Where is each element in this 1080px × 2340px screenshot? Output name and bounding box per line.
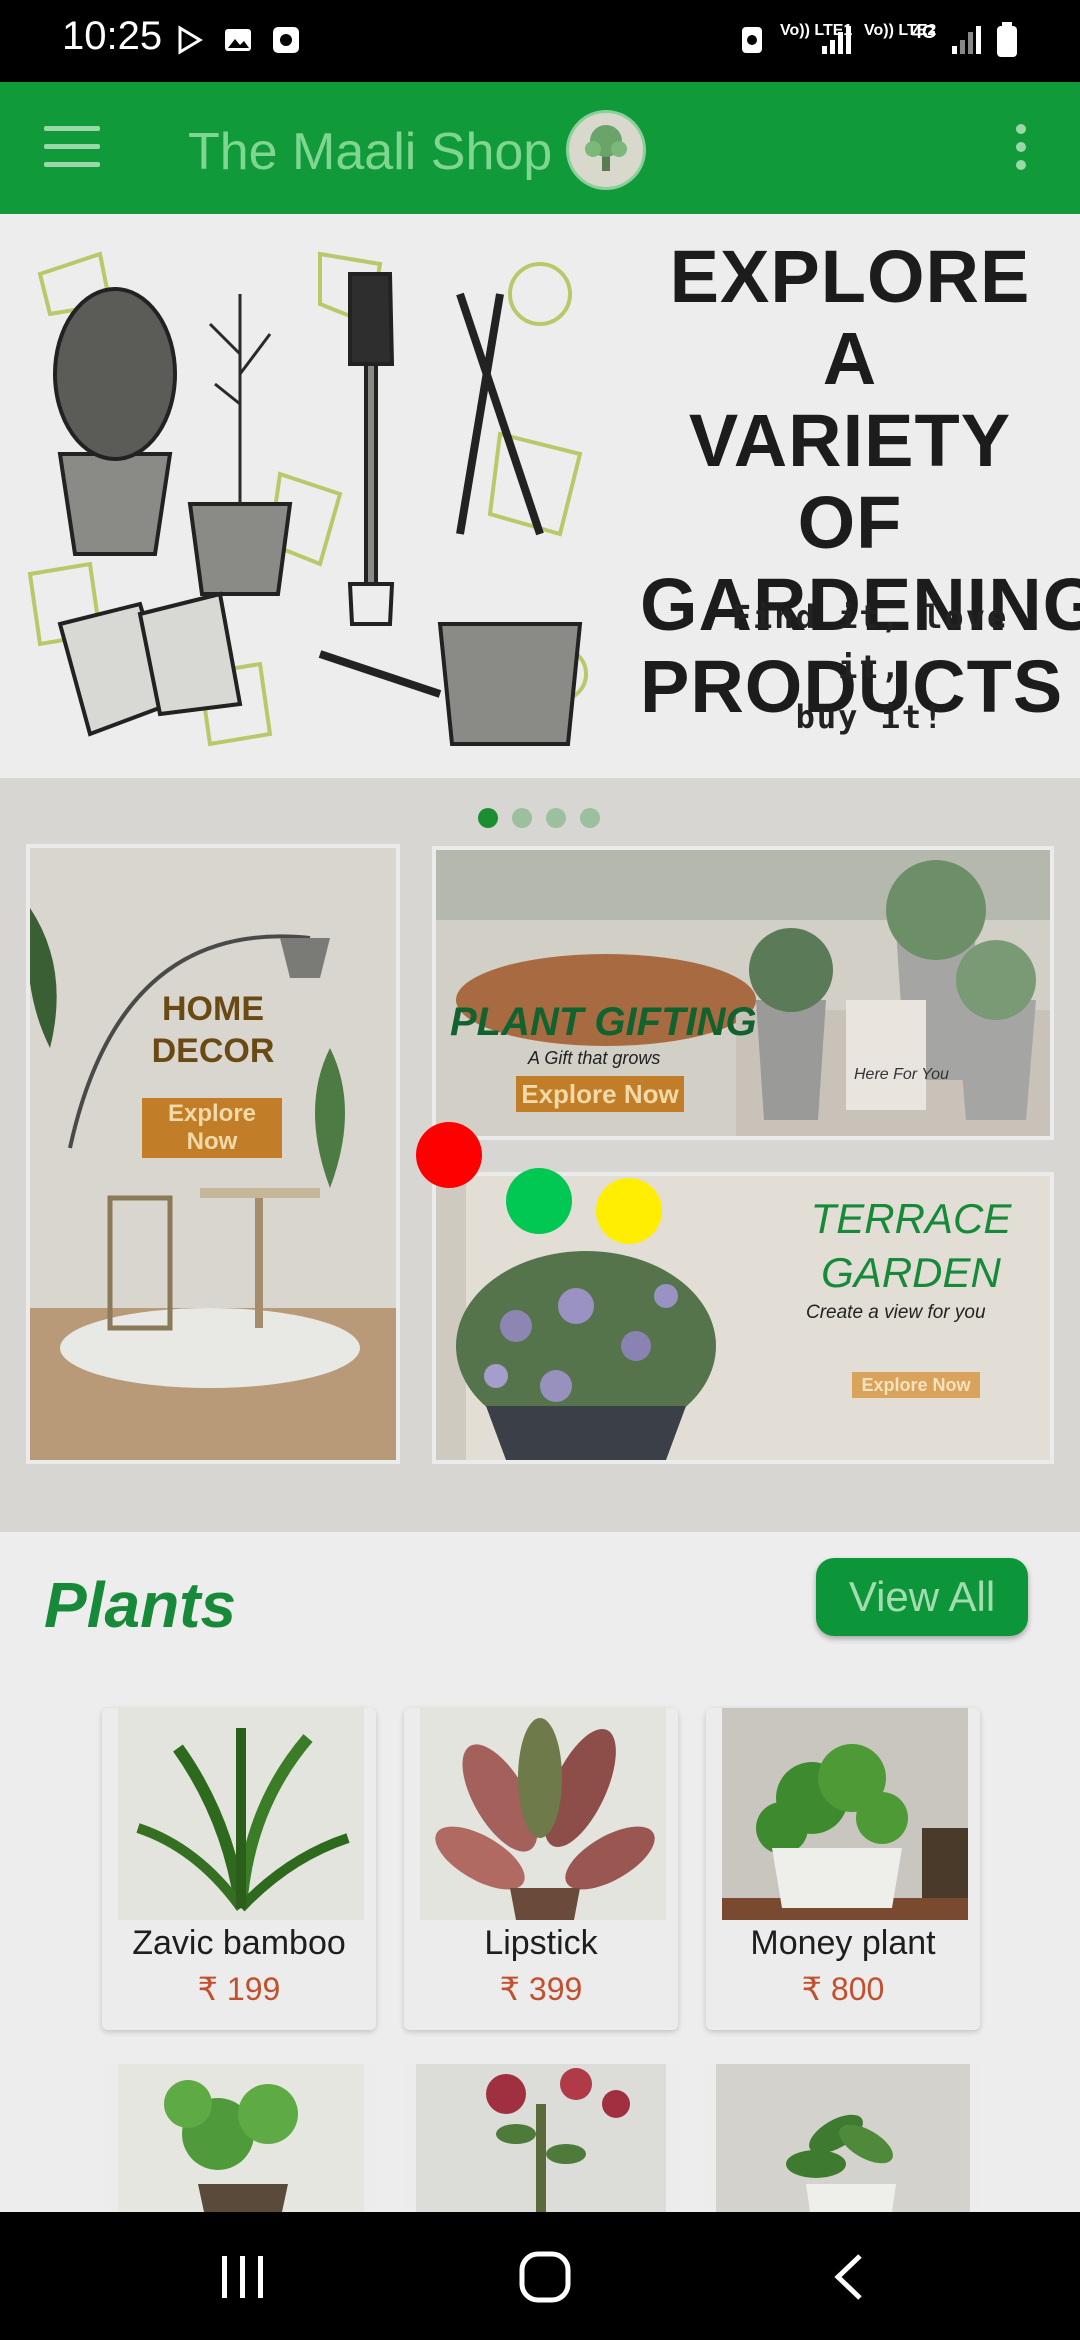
terrace-title-line-1: TERRACE: [810, 1195, 1012, 1242]
terrace-garden-title: TERRACE GARDEN: [766, 1192, 1050, 1300]
home-icon[interactable]: [518, 2250, 572, 2304]
back-icon[interactable]: [830, 2252, 866, 2302]
plant-gifting-title: PLANT GIFTING: [450, 1000, 757, 1044]
app-title: The Maali Shop: [188, 123, 553, 181]
carousel-dot-1[interactable]: [478, 808, 498, 828]
plants-section-title: Plants: [44, 1569, 237, 1641]
product-card[interactable]: [102, 2062, 376, 2212]
yellow-marker: [596, 1178, 662, 1244]
home-decor-button-line-2: Now: [186, 1128, 238, 1155]
hamburger-menu-icon[interactable]: [44, 126, 100, 170]
app-bar: The Maali Shop: [0, 82, 1080, 214]
terrace-garden-tagline: Create a view for you: [806, 1302, 986, 1323]
signal-icon: [822, 26, 851, 54]
subtitle-line-2: buy it!: [795, 698, 945, 736]
product-image: [416, 2064, 666, 2212]
product-image: [118, 2064, 364, 2212]
product-card[interactable]: Money plant ₹ 800: [706, 1708, 980, 2030]
product-name: Zavic bamboo: [132, 1924, 346, 1962]
carousel-dot-4[interactable]: [580, 808, 600, 828]
home-decor-card[interactable]: HOME DECOR Explore Now: [26, 844, 400, 1464]
play-store-icon: [178, 25, 203, 55]
recent-apps-icon[interactable]: [218, 2254, 268, 2300]
status-bar: 10:25 Vo)) LTE1 Vo)) LTE2 4G: [0, 0, 1080, 82]
home-decor-title-line-1: HOME: [162, 990, 264, 1028]
terrace-title-line-2: GARDEN: [821, 1249, 1001, 1296]
headline-line-2: VARIETY OF: [688, 399, 1012, 564]
home-decor-button-line-1: Explore: [167, 1100, 257, 1127]
product-image: [118, 1708, 364, 1920]
terrace-garden-explore-button[interactable]: Explore Now: [852, 1372, 980, 1398]
system-navigation-bar: [0, 2212, 1080, 2340]
subtitle-line-1: Find it, love it,: [731, 598, 1009, 686]
hero-banner[interactable]: EXPLORE A VARIETY OF GARDENING PRODUCTS …: [0, 214, 1080, 778]
product-name: Lipstick: [484, 1924, 598, 1962]
product-image: [420, 1708, 666, 1920]
headline-line-1: EXPLORE A: [669, 235, 1031, 400]
clock: 10:25: [62, 14, 163, 58]
plant-gifting-tagline: A Gift that grows: [528, 1048, 661, 1068]
shop-logo: [566, 110, 646, 190]
banner-subtitle: Find it, love it, buy it!: [700, 592, 1040, 742]
plant-gifting-card[interactable]: PLANT GIFTING A Gift that grows Explore …: [432, 846, 1054, 1140]
product-price: ₹ 399: [499, 1971, 583, 2007]
gardening-tools-illustration: [27, 251, 588, 747]
product-card[interactable]: Lipstick ₹ 399: [404, 1708, 678, 2030]
view-all-button[interactable]: View All: [816, 1558, 1028, 1636]
network-type: 4G: [912, 22, 937, 42]
signal-icon-2: [952, 26, 981, 54]
green-marker: [506, 1168, 572, 1234]
carousel-dot-3[interactable]: [546, 808, 566, 828]
data-saver-icon: [742, 27, 762, 53]
product-name: Money plant: [750, 1924, 936, 1962]
product-image: [722, 1708, 968, 1920]
gallery-icon: [225, 29, 251, 51]
battery-icon: [997, 22, 1017, 57]
product-image: [716, 2064, 970, 2212]
product-card[interactable]: Zavic bamboo ₹ 199: [102, 1708, 376, 2030]
plant-gifting-explore-button[interactable]: Explore Now: [516, 1076, 684, 1112]
product-card[interactable]: [706, 2062, 980, 2212]
home-decor-title-line-2: DECOR: [151, 1032, 275, 1070]
red-marker: [416, 1122, 482, 1188]
screen-record-icon: [273, 27, 299, 53]
carousel-dot-2[interactable]: [512, 808, 532, 828]
gift-card-text: Here For You: [854, 1066, 949, 1083]
product-card[interactable]: [404, 2062, 678, 2212]
product-price: ₹ 800: [801, 1971, 885, 2007]
product-price: ₹ 199: [197, 1971, 281, 2007]
home-decor-explore-button[interactable]: Explore Now: [142, 1098, 282, 1158]
overflow-menu-icon[interactable]: [1016, 124, 1028, 176]
home-decor-title: HOME DECOR: [30, 988, 396, 1072]
